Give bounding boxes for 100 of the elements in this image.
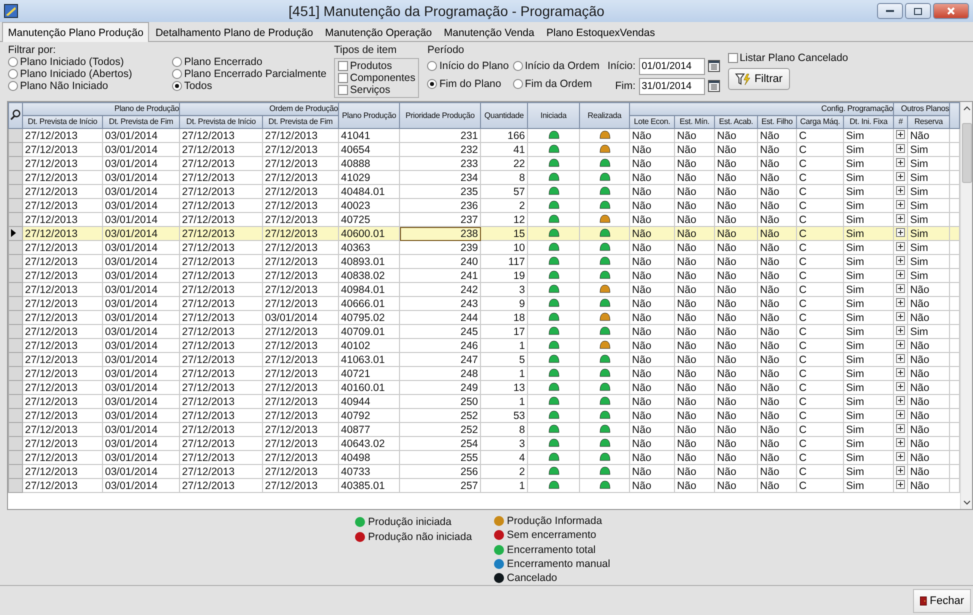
expand-icon[interactable] [896, 256, 906, 264]
radio-button[interactable] [427, 61, 438, 71]
radio-option[interactable]: Início da Ordem [512, 60, 600, 72]
checkbox[interactable] [728, 53, 738, 63]
checkbox-option[interactable]: Componentes [338, 72, 416, 84]
checkbox[interactable] [338, 85, 348, 95]
checkbox[interactable] [338, 73, 348, 83]
radio-option[interactable]: Início do Plano [427, 60, 509, 72]
radio-button[interactable] [8, 81, 18, 91]
radio-button[interactable] [427, 79, 438, 89]
column-header[interactable]: Dt. Ini. Fixa [844, 116, 894, 128]
checkbox[interactable] [338, 61, 348, 71]
expand-icon[interactable] [896, 480, 906, 488]
expand-icon[interactable] [896, 130, 906, 138]
scroll-down-icon[interactable] [962, 500, 971, 506]
radio-option[interactable]: Fim da Ordem [512, 78, 600, 90]
expand-icon[interactable] [896, 172, 906, 180]
expand-icon[interactable] [896, 242, 906, 250]
column-header[interactable]: Est. Mín. [674, 116, 715, 128]
column-header[interactable]: Carga Máq. [796, 116, 844, 128]
expand-icon[interactable] [896, 354, 906, 362]
column-header[interactable]: Lote Econ. [630, 116, 675, 128]
radio-option[interactable]: Plano Encerrado Parcialmente [172, 68, 326, 80]
tab[interactable]: Manutenção Operação [319, 23, 438, 41]
expand-icon[interactable] [896, 438, 906, 446]
table-cell: Não [714, 324, 758, 338]
column-header[interactable]: Plano Produção [338, 102, 400, 128]
radio-button[interactable] [512, 79, 523, 89]
checkbox-option[interactable]: Serviços [338, 84, 416, 96]
scroll-up-icon[interactable] [962, 105, 971, 111]
expand-icon[interactable] [896, 284, 906, 292]
column-header[interactable]: Realizada [580, 102, 630, 128]
expand-icon[interactable] [896, 382, 906, 390]
expand-icon[interactable] [896, 186, 906, 194]
close-button[interactable] [933, 3, 969, 19]
tab[interactable]: Manutenção Plano Produção [2, 22, 150, 42]
radio-option[interactable]: Plano Não Iniciado [8, 80, 132, 92]
calendar-icon[interactable] [708, 60, 720, 72]
table-cell: 233 [400, 156, 481, 170]
expand-icon[interactable] [896, 228, 906, 236]
filter-button[interactable]: Filtrar [728, 68, 790, 90]
table-cell: Não [714, 310, 758, 324]
expand-icon[interactable] [896, 410, 906, 418]
checkbox-option[interactable]: Produtos [338, 60, 416, 72]
column-header[interactable]: Est. Filho [758, 116, 797, 128]
calendar-icon[interactable] [708, 80, 720, 92]
tab[interactable]: Plano EstoquexVendas [540, 23, 661, 41]
expand-icon[interactable] [896, 144, 906, 152]
date-field[interactable]: 31/01/2014 [638, 78, 705, 94]
radio-button[interactable] [8, 57, 18, 67]
radio-option[interactable]: Plano Encerrado [172, 56, 326, 68]
column-header[interactable]: Iniciada [528, 102, 580, 128]
expand-icon[interactable] [896, 424, 906, 432]
radio-button[interactable] [8, 69, 18, 79]
radio-button[interactable] [512, 61, 523, 71]
table-cell: 27/12/2013 [180, 268, 262, 282]
expand-icon[interactable] [896, 312, 906, 320]
radio-button[interactable] [172, 69, 182, 79]
minimize-button[interactable] [877, 3, 903, 19]
table-cell: Não [758, 142, 797, 156]
table-cell: Não [758, 254, 797, 268]
column-header[interactable]: Dt. Prevista de Fim [102, 116, 180, 128]
maximize-button[interactable] [905, 3, 931, 19]
radio-button[interactable] [172, 81, 182, 91]
column-header[interactable]: Est. Acab. [714, 116, 758, 128]
column-header[interactable]: Quantidade [480, 102, 528, 128]
table-cell: Sim [844, 254, 894, 268]
scrollbar[interactable] [960, 102, 972, 509]
scrollbar-thumb[interactable] [962, 123, 972, 183]
radio-button[interactable] [172, 57, 182, 67]
radio-option[interactable]: Todos [172, 80, 326, 92]
expand-icon[interactable] [896, 214, 906, 222]
column-header[interactable]: Reserva [908, 116, 950, 128]
radio-option[interactable]: Plano Iniciado (Todos) [8, 56, 132, 68]
search-icon[interactable] [10, 108, 21, 120]
table-cell: Não [758, 450, 797, 464]
radio-option[interactable]: Fim do Plano [427, 78, 509, 90]
expand-icon[interactable] [896, 326, 906, 334]
expand-icon[interactable] [896, 158, 906, 166]
checkbox-option[interactable]: Listar Plano Cancelado [728, 52, 848, 64]
column-header[interactable]: Prioridade Produção [400, 102, 481, 128]
expand-icon[interactable] [896, 466, 906, 474]
column-header[interactable]: Dt. Prevista de Início [22, 116, 102, 128]
expand-icon[interactable] [896, 452, 906, 460]
expand-icon[interactable] [896, 270, 906, 278]
close-button[interactable]: Fechar [913, 588, 971, 612]
column-header[interactable]: Dt. Prevista de Fim [262, 116, 339, 128]
tab[interactable]: Detalhamento Plano de Produção [149, 23, 320, 41]
table-cell: 03/01/2014 [102, 212, 180, 226]
expand-icon[interactable] [896, 298, 906, 306]
expand-icon[interactable] [896, 368, 906, 376]
column-header[interactable]: Dt. Prevista de Início [180, 116, 262, 128]
expand-icon[interactable] [896, 396, 906, 404]
radio-option[interactable]: Plano Iniciado (Abertos) [8, 68, 132, 80]
legend-label: Produção não iniciada [368, 530, 472, 542]
date-field[interactable]: 01/01/2014 [638, 58, 705, 74]
expand-icon[interactable] [896, 340, 906, 348]
expand-icon[interactable] [896, 200, 906, 208]
tab[interactable]: Manutenção Venda [438, 23, 540, 41]
row-header[interactable] [8, 226, 22, 240]
